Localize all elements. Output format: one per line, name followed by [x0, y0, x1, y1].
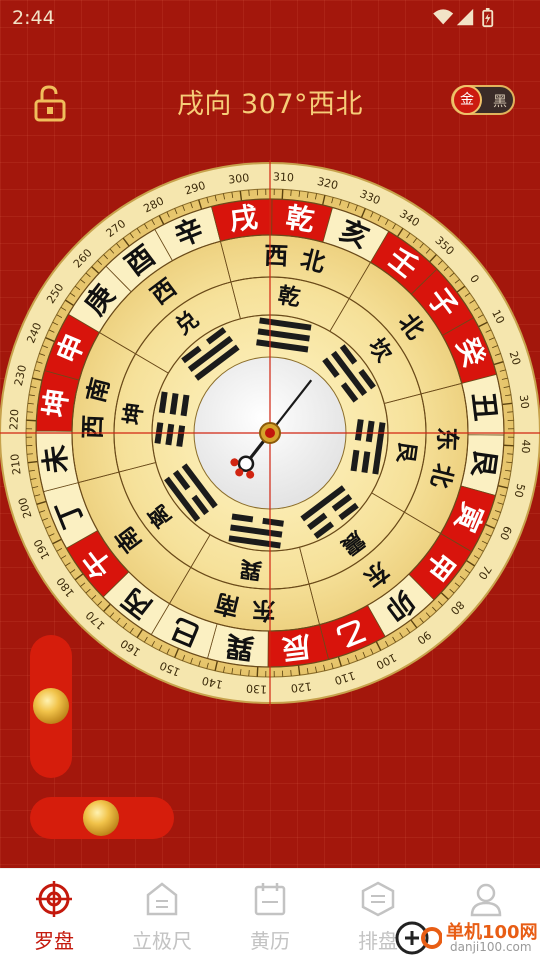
calendar-icon	[252, 881, 288, 917]
trigram-name-label: 乾	[276, 282, 301, 311]
mountain-label: 辰	[280, 629, 312, 665]
degree-tick	[291, 670, 292, 676]
watermark: 单机100网 danji100.com	[392, 916, 540, 960]
direction-label: 东	[432, 427, 461, 452]
tab-label: 立极尺	[108, 925, 216, 954]
compass-dial[interactable]: 0102030405060708090100110120130140150160…	[0, 160, 540, 720]
horizontal-slider-handle[interactable]	[83, 800, 119, 836]
mountain-label: 乾	[284, 201, 316, 238]
vertical-slider-handle[interactable]	[33, 688, 69, 724]
tab-label: 黄历	[216, 925, 324, 954]
direction-label: 西	[264, 242, 289, 271]
degree-tick	[507, 454, 513, 455]
person-icon	[468, 881, 504, 917]
degree-tick	[507, 412, 513, 413]
degree-label: 220	[7, 409, 21, 431]
target-icon	[36, 881, 72, 917]
mountain-label: 戌	[228, 201, 260, 237]
gold-black-toggle[interactable]: 金 黑	[451, 85, 515, 115]
toggle-label-off: 黑	[493, 91, 507, 111]
tab-huangli[interactable]: 黄历	[216, 869, 324, 961]
mountain-label: 丑	[466, 391, 502, 423]
degree-label: 300	[228, 171, 250, 186]
degree-tick	[282, 189, 283, 199]
toggle-knob: 金	[452, 85, 482, 115]
direction-label: 东	[251, 595, 276, 624]
degree-tick	[291, 190, 292, 196]
signal-icon	[457, 9, 473, 25]
degree-tick	[27, 454, 33, 455]
direction-heading: 戌向 307°西北	[120, 82, 420, 121]
layout-icon	[360, 881, 396, 917]
tab-lijichi[interactable]: 立极尺	[108, 869, 216, 961]
degree-label: 30	[517, 394, 532, 409]
degree-label: 120	[290, 679, 312, 694]
trigram-name-label: 巽	[238, 555, 263, 583]
degree-tick	[26, 420, 36, 421]
trigram-name-label: 艮	[392, 439, 420, 465]
status-icons	[430, 8, 500, 28]
trigram-name-label: 坤	[120, 401, 148, 426]
degree-tick	[27, 412, 33, 413]
degree-label: 310	[273, 170, 295, 184]
direction-label: 西	[79, 414, 108, 439]
tab-luopan[interactable]: 罗盘	[0, 869, 108, 961]
mountain-label: 巽	[224, 629, 256, 666]
tab-label: 罗盘	[0, 925, 108, 954]
wifi-icon	[433, 9, 453, 24]
unlock-icon[interactable]	[30, 84, 70, 124]
horizontal-slider[interactable]	[30, 797, 174, 839]
degree-tick	[249, 190, 250, 196]
watermark-url: danji100.com	[450, 940, 532, 954]
degree-label: 210	[8, 453, 23, 475]
house-icon	[144, 881, 180, 917]
degree-tick	[249, 670, 250, 676]
status-bar: 2:44	[0, 0, 540, 36]
status-time: 2:44	[12, 7, 55, 29]
watermark-logo	[392, 916, 442, 960]
degree-tick	[257, 667, 258, 677]
vertical-slider[interactable]	[30, 635, 72, 778]
mountain-label: 艮	[465, 447, 502, 480]
mountain-label: 未	[38, 443, 74, 475]
mountain-label: 坤	[38, 387, 75, 419]
degree-label: 40	[519, 439, 533, 454]
degree-tick	[504, 445, 514, 446]
degree-label: 130	[246, 682, 268, 696]
